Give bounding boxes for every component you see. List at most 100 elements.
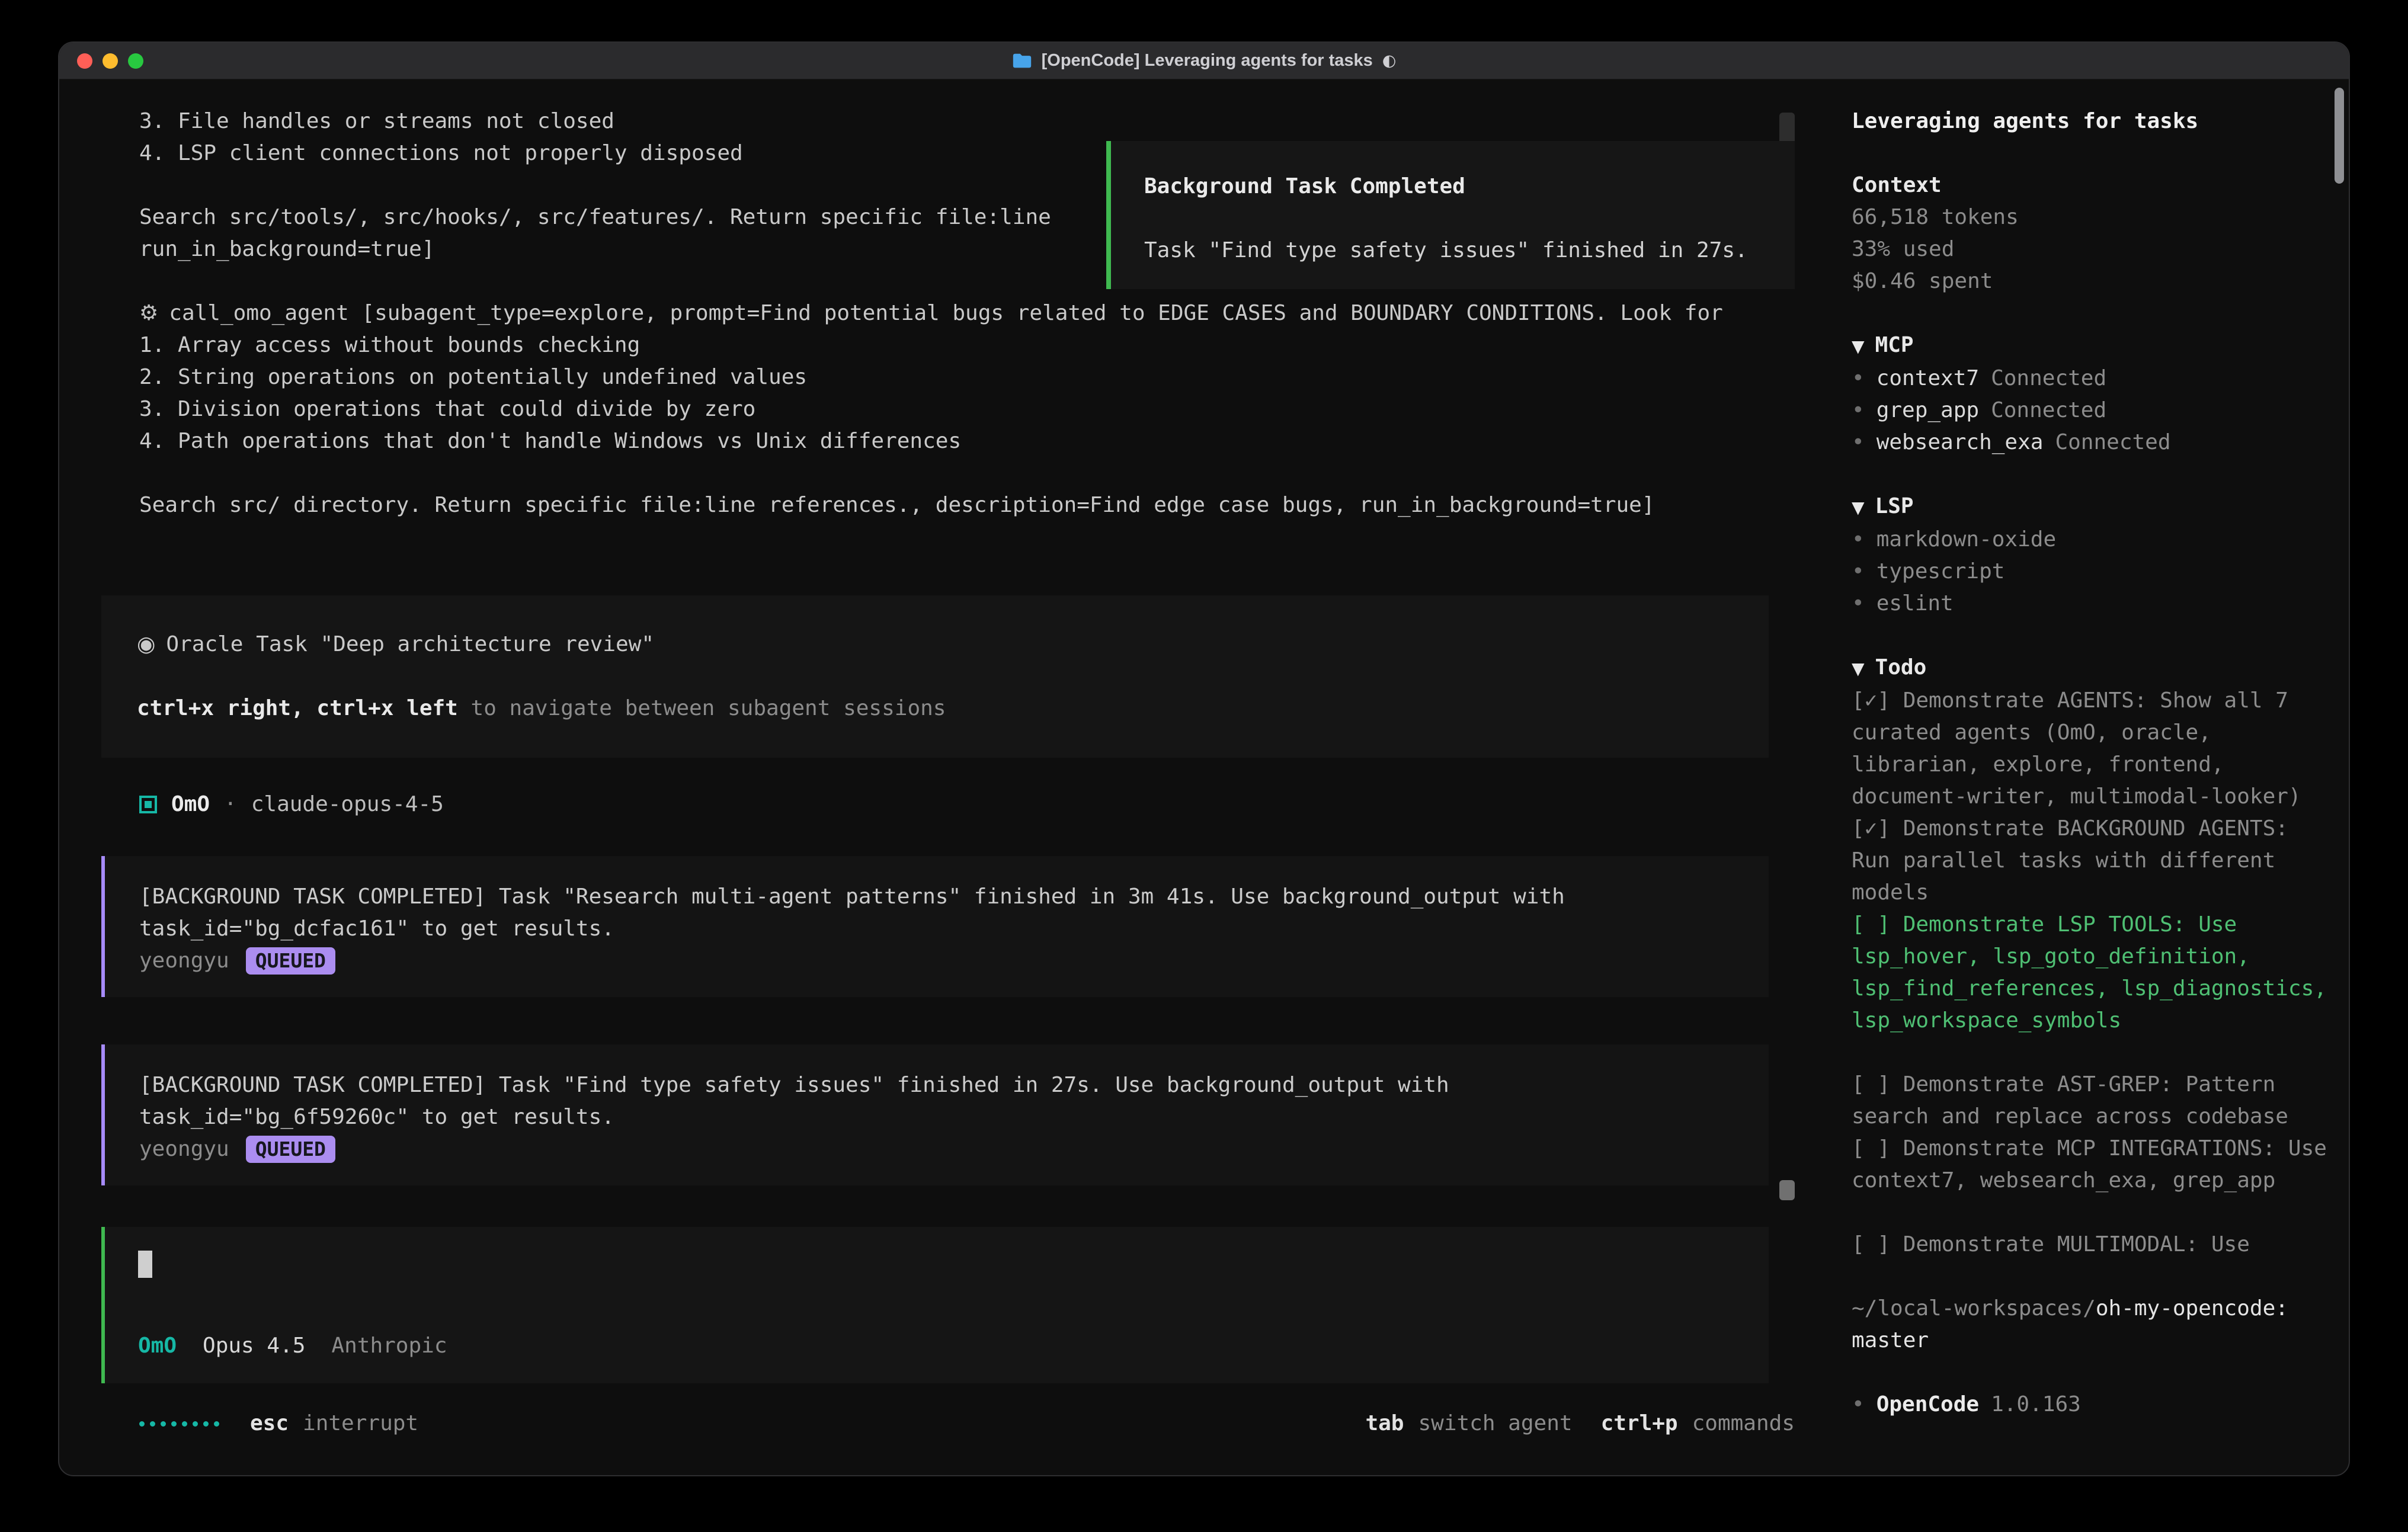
- agent-square-icon: [139, 796, 157, 813]
- terminal-line: 2. String operations on potentially unde…: [101, 361, 1769, 393]
- bullet-icon: •: [1852, 591, 1865, 616]
- collapse-arrow-icon[interactable]: ▼: [1852, 498, 1865, 517]
- minimize-button[interactable]: [103, 53, 118, 69]
- chat-scrollback[interactable]: 3. File handles or streams not closed 4.…: [59, 79, 1828, 1386]
- bullet-icon: •: [1852, 1392, 1865, 1416]
- mcp-item: •context7Connected: [1852, 363, 2332, 395]
- context-used: 33% used: [1852, 233, 2332, 265]
- lsp-section-header: ▼ LSP: [1852, 491, 2332, 524]
- window-title: [OpenCode] Leveraging agents for tasks ◐: [59, 51, 2349, 70]
- gear-icon: ⚙: [139, 301, 158, 325]
- lsp-item: •typescript: [1852, 556, 2332, 588]
- activity-spinner: [139, 1408, 219, 1440]
- ctrl-p-label: commands: [1692, 1408, 1795, 1440]
- agent-name: OmO: [171, 789, 210, 821]
- oracle-task-panel: ◉Oracle Task "Deep architecture review" …: [101, 595, 1769, 758]
- titlebar[interactable]: [OpenCode] Leveraging agents for tasks ◐: [59, 43, 2349, 79]
- todo-heading: Todo: [1875, 655, 1927, 680]
- separator-dot: ·: [224, 789, 237, 821]
- terminal-line: 3. Division operations that could divide…: [101, 393, 1769, 425]
- main-scrollbar-thumb[interactable]: [1779, 1180, 1795, 1200]
- agent-header: OmO · claude-opus-4-5: [101, 789, 1769, 821]
- message-meta: yeongyu QUEUED: [139, 945, 1745, 977]
- main-pane: 3. File handles or streams not closed 4.…: [59, 79, 1828, 1475]
- todo-section-header: ▼ Todo: [1852, 652, 2332, 685]
- ctrl-p-key: ctrl+p: [1601, 1408, 1678, 1440]
- window-controls: [59, 53, 143, 69]
- session-sidebar[interactable]: Leveraging agents for tasks Context 66,5…: [1828, 79, 2349, 1475]
- context-heading: Context: [1852, 169, 2332, 201]
- oracle-session-icon: ◉: [137, 632, 155, 656]
- prompt-input[interactable]: OmO Opus 4.5 Anthropic: [101, 1227, 1769, 1383]
- message-text: [BACKGROUND TASK COMPLETED] Task "Resear…: [139, 881, 1745, 913]
- toast-body: Task "Find type safety issues" finished …: [1144, 235, 1762, 267]
- mcp-heading: MCP: [1875, 333, 1914, 357]
- todo-item: [ ] Demonstrate MCP INTEGRATIONS: Use co…: [1852, 1133, 2332, 1197]
- workspace-branch: master: [1852, 1325, 2332, 1357]
- model-row: OmO Opus 4.5 Anthropic: [138, 1330, 1735, 1362]
- mcp-item: •grep_appConnected: [1852, 395, 2332, 427]
- keybinding-hints: tab switch agent ctrl+p commands: [1365, 1408, 1795, 1440]
- background-task-toast: Background Task Completed Task "Find typ…: [1106, 141, 1795, 289]
- current-provider: Anthropic: [331, 1330, 447, 1362]
- tool-call-text: call_omo_agent [subagent_type=explore, p…: [169, 301, 1723, 325]
- lsp-item: •eslint: [1852, 588, 2332, 620]
- current-model: Opus 4.5: [203, 1330, 305, 1362]
- message-user: yeongyu: [139, 945, 229, 977]
- queued-badge: QUEUED: [246, 947, 335, 975]
- mcp-item: •websearch_exaConnected: [1852, 427, 2332, 459]
- todo-item: [ ] Demonstrate MULTIMODAL: Use: [1852, 1229, 2332, 1261]
- folder-icon: [1012, 53, 1032, 69]
- queued-badge: QUEUED: [246, 1136, 335, 1163]
- zoom-button[interactable]: [128, 53, 143, 69]
- todo-item: [ ] Demonstrate AST-GREP: Pattern search…: [1852, 1069, 2332, 1133]
- message-user: yeongyu: [139, 1133, 229, 1165]
- toast-title: Background Task Completed: [1144, 171, 1762, 203]
- background-task-message: [BACKGROUND TASK COMPLETED] Task "Resear…: [101, 856, 1769, 997]
- close-button[interactable]: [77, 53, 92, 69]
- hint-keys: ctrl+x right, ctrl+x left: [137, 696, 458, 720]
- tool-call-line: ⚙ call_omo_agent [subagent_type=explore, …: [101, 297, 1769, 329]
- bullet-icon: •: [1852, 430, 1865, 454]
- terminal-line: Search src/ directory. Return specific f…: [101, 489, 1769, 521]
- message-text: [BACKGROUND TASK COMPLETED] Task "Find t…: [139, 1069, 1745, 1101]
- bullet-icon: •: [1852, 559, 1865, 584]
- bullet-icon: •: [1852, 527, 1865, 552]
- opencode-window: [OpenCode] Leveraging agents for tasks ◐…: [58, 41, 2350, 1476]
- context-spent: $0.46 spent: [1852, 265, 2332, 297]
- todo-item: [✓] Demonstrate AGENTS: Show all 7 curat…: [1852, 685, 2332, 813]
- terminal-line: 4. Path operations that don't handle Win…: [101, 425, 1769, 457]
- text-cursor: [138, 1251, 152, 1278]
- subagent-nav-hint: ctrl+x right, ctrl+x left to navigate be…: [137, 693, 1733, 725]
- background-task-message: [BACKGROUND TASK COMPLETED] Task "Find t…: [101, 1044, 1769, 1185]
- collapse-arrow-icon[interactable]: ▼: [1852, 659, 1865, 678]
- tab-key: tab: [1365, 1408, 1404, 1440]
- oracle-task-title: Oracle Task "Deep architecture review": [166, 632, 654, 656]
- lsp-heading: LSP: [1875, 494, 1914, 518]
- terminal-line: 3. File handles or streams not closed: [101, 105, 1769, 137]
- interrupt-hint: esc interrupt: [250, 1408, 418, 1440]
- mcp-section-header: ▼ MCP: [1852, 329, 2332, 363]
- todo-item: [✓] Demonstrate BACKGROUND AGENTS: Run p…: [1852, 813, 2332, 909]
- session-title: Leveraging agents for tasks: [1852, 105, 2332, 137]
- message-text: task_id="bg_dcfac161" to get results.: [139, 913, 1745, 945]
- todo-item: [ ] Demonstrate LSP TOOLS: Use lsp_hover…: [1852, 909, 2332, 1037]
- context-tokens: 66,518 tokens: [1852, 201, 2332, 233]
- esc-key: esc: [250, 1411, 289, 1435]
- message-text: task_id="bg_6f59260c" to get results.: [139, 1101, 1745, 1133]
- current-agent: OmO: [138, 1330, 177, 1362]
- esc-label: interrupt: [303, 1411, 418, 1435]
- tab-label: switch agent: [1418, 1408, 1572, 1440]
- window-title-text: [OpenCode] Leveraging agents for tasks: [1042, 51, 1373, 70]
- message-meta: yeongyu QUEUED: [139, 1133, 1745, 1165]
- agent-model: claude-opus-4-5: [251, 789, 444, 821]
- bullet-icon: •: [1852, 366, 1865, 390]
- sidebar-scrollbar-thumb[interactable]: [2335, 88, 2344, 184]
- terminal-line: 1. Array access without bounds checking: [101, 329, 1769, 361]
- app-version: •OpenCode1.0.163: [1852, 1389, 2332, 1421]
- status-bar: esc interrupt tab switch agent ctrl+p comma…: [59, 1386, 1828, 1475]
- hint-text: to navigate between subagent sessions: [458, 696, 946, 720]
- collapse-arrow-icon[interactable]: ▼: [1852, 336, 1865, 356]
- bullet-icon: •: [1852, 398, 1865, 422]
- workspace-path: ~/local-workspaces/oh-my-opencode:: [1852, 1293, 2332, 1325]
